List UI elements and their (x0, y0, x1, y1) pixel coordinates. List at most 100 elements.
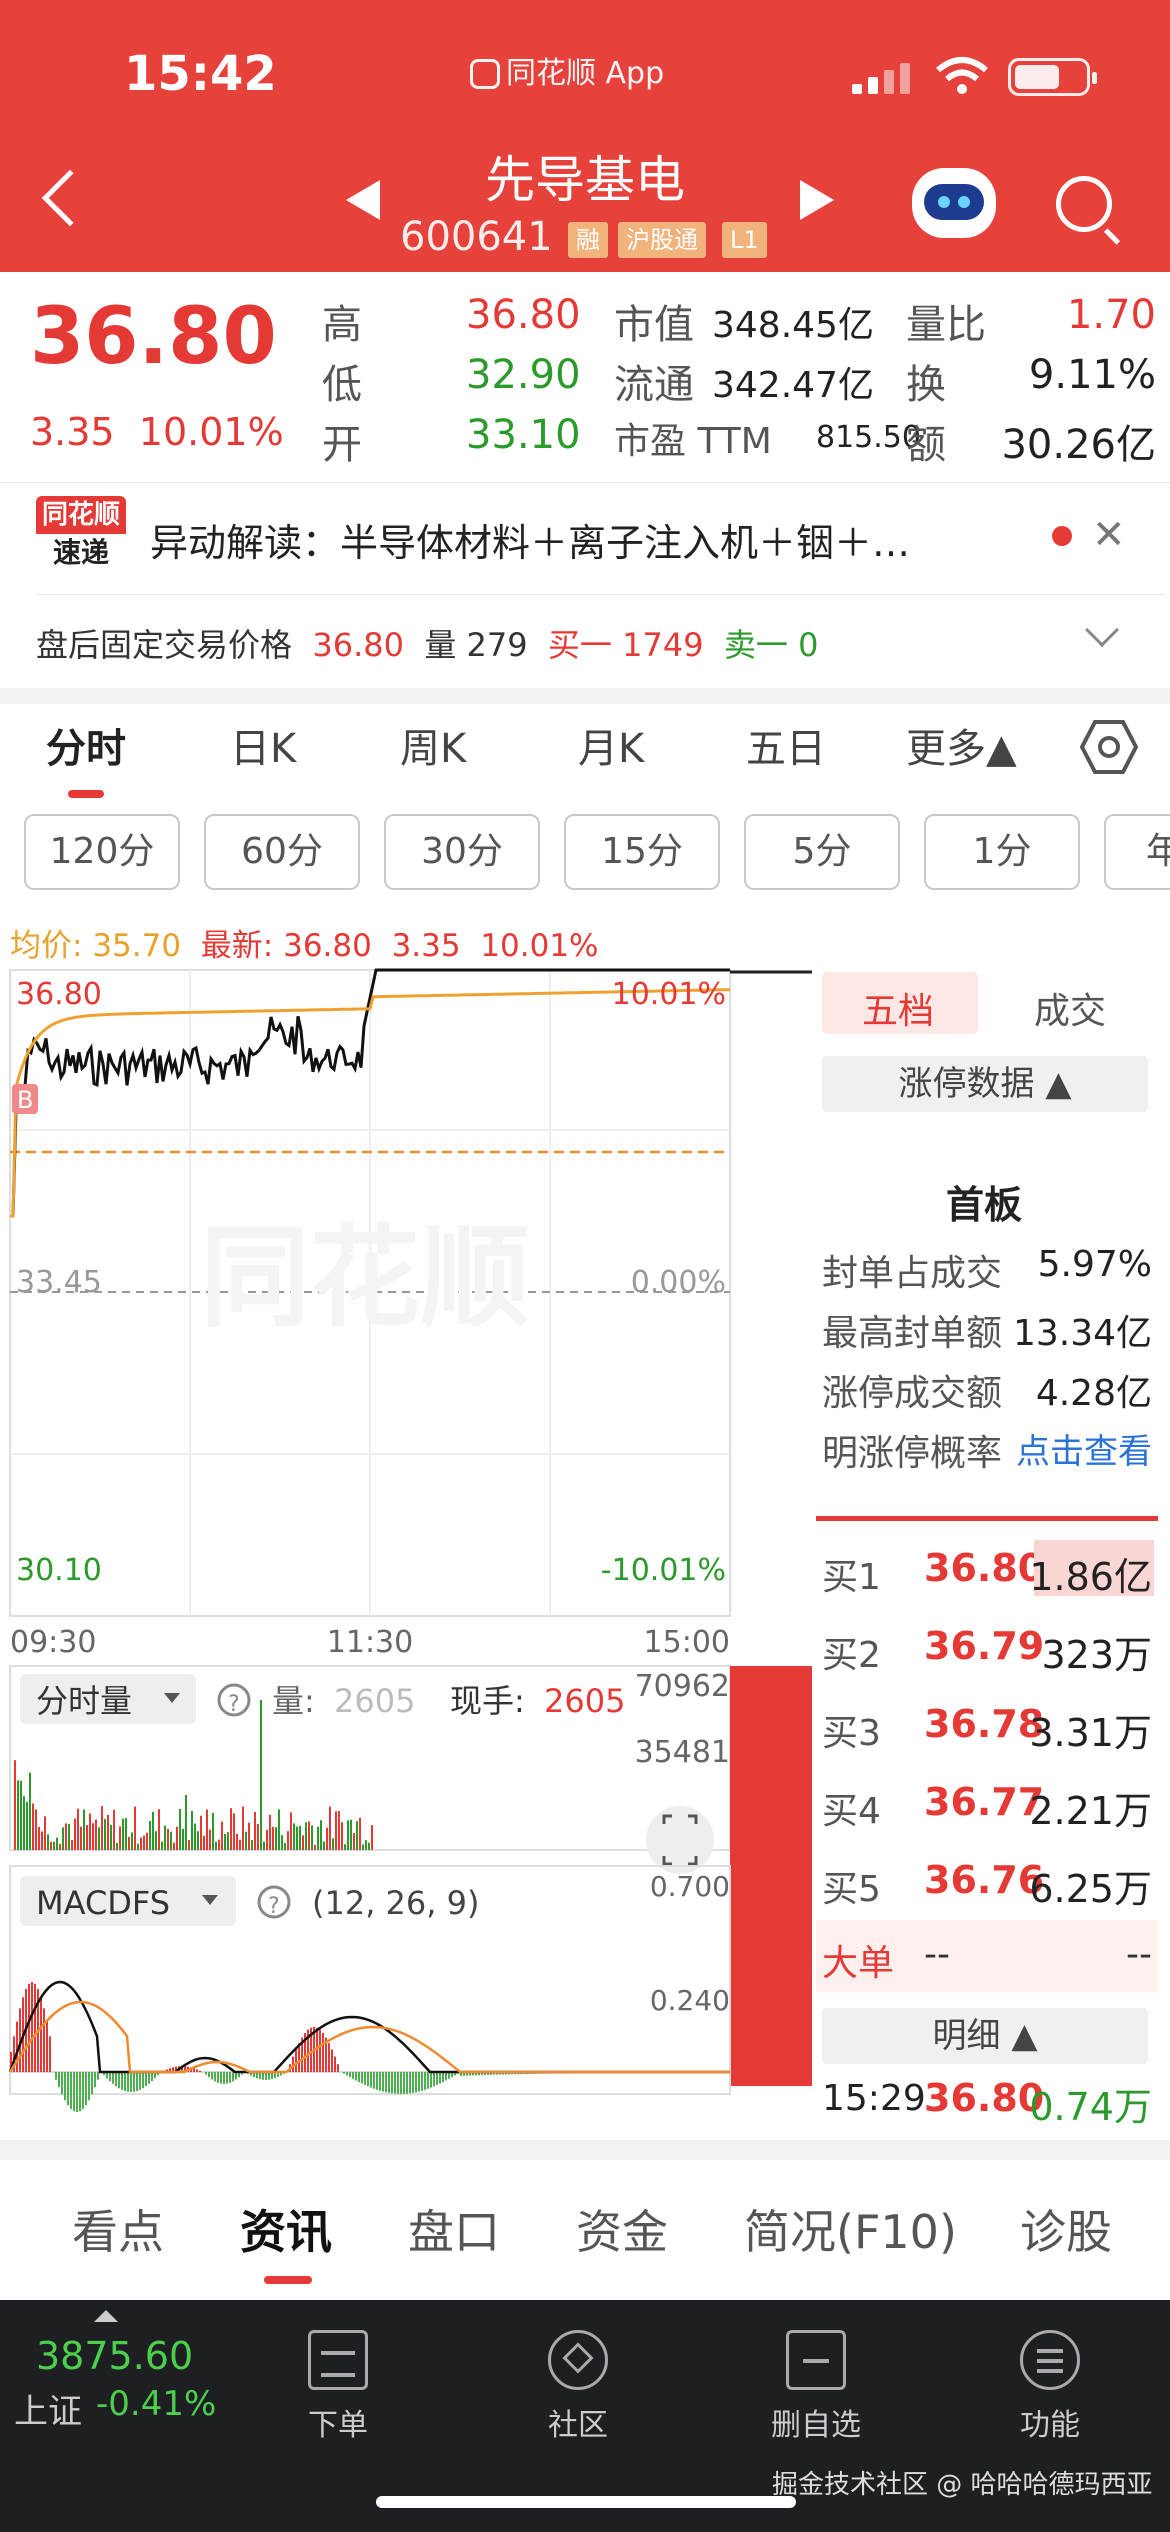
macd-bar (199, 2070, 201, 2072)
menu-icon[interactable] (1020, 2330, 1080, 2390)
pill-1m[interactable]: 1分 (924, 814, 1080, 890)
tab-intraday[interactable]: 分时 (46, 716, 126, 774)
macd-bar (343, 2072, 345, 2074)
volume-bar (344, 1844, 346, 1850)
volume-bar (80, 1826, 82, 1850)
after-hours-volume (730, 1666, 812, 2086)
close-icon[interactable]: ✕ (1092, 512, 1126, 558)
robot-assistant-icon[interactable] (912, 168, 996, 238)
board-label: 首板 (946, 1183, 1023, 1227)
tab-weekly[interactable]: 周K (400, 716, 466, 774)
bid4-volume: 2.21万 (1029, 1789, 1152, 1833)
volume-bar (257, 1823, 259, 1850)
pill-30m[interactable]: 30分 (384, 814, 540, 890)
volume-bar (161, 1841, 163, 1850)
search-icon[interactable] (1056, 176, 1112, 232)
macd-bar (406, 2072, 408, 2094)
macd-bar (55, 2072, 57, 2080)
pill-5m[interactable]: 5分 (744, 814, 900, 890)
tab-daily[interactable]: 日K (230, 716, 296, 774)
intraday-chart: 同花顺 B 36.80 33.45 30.10 10.01% 0.00% -10… (8, 968, 812, 2112)
volume-bar (128, 1836, 130, 1850)
volume-bar (104, 1818, 106, 1850)
view-prob-link[interactable]: 点击查看 (1000, 1424, 1152, 1473)
tab-monthly[interactable]: 月K (578, 716, 644, 774)
macd-bar (391, 2072, 393, 2094)
volume-bar (233, 1813, 235, 1850)
order-icon[interactable] (308, 2330, 368, 2390)
macd-bar (412, 2072, 414, 2093)
tab-highlights[interactable]: 看点 (72, 2196, 164, 2262)
settings-icon[interactable] (1080, 718, 1138, 776)
remove-watchlist-label[interactable]: 删自选 (766, 2400, 866, 2444)
macd-bar (130, 2072, 132, 2092)
volume-bar (365, 1840, 367, 1850)
volume-tick-max: 70962 (635, 1669, 730, 1704)
macd-bar (136, 2072, 138, 2092)
expand-up-icon[interactable] (94, 2310, 118, 2322)
bid4-label: 买4 (822, 1791, 881, 1832)
volume-bar (305, 1822, 307, 1850)
tab-more[interactable]: 更多▲ (906, 716, 1017, 774)
volume-qty: 2605 (334, 1682, 415, 1720)
volume-bar (320, 1820, 322, 1850)
volume-bar (263, 1841, 265, 1850)
macd-bar (91, 2072, 93, 2095)
tag-connect: 沪股通 (618, 222, 706, 258)
macd-bar (427, 2072, 429, 2089)
pill-15m[interactable]: 15分 (564, 814, 720, 890)
seal-ratio-value: 5.97% (1037, 1244, 1152, 1285)
tab-5day[interactable]: 五日 (746, 716, 826, 774)
pct-mid-label: 0.00% (631, 1265, 726, 1300)
macd-bar (328, 2043, 330, 2072)
bottom-toolbar: 3875.60 上证 -0.41% 下单 社区 删自选 功能 掘金技术社区 @ … (0, 2300, 1170, 2532)
community-icon[interactable] (548, 2330, 608, 2390)
tab-trades[interactable]: 成交 (1034, 982, 1106, 1034)
macd-bar (97, 2072, 99, 2080)
menu-label[interactable]: 功能 (1020, 2400, 1080, 2444)
volume-bar (323, 1841, 325, 1850)
amount-value: 30.26亿 (1001, 422, 1156, 468)
fullscreen-button[interactable] (646, 1806, 714, 1874)
community-label[interactable]: 社区 (548, 2400, 608, 2444)
macd-tick-max: 0.700 (650, 1870, 730, 1903)
macd-bar (34, 1983, 36, 2072)
chevron-down-icon[interactable] (1085, 613, 1119, 647)
macd-bar (385, 2072, 387, 2093)
macd-bar (403, 2072, 405, 2094)
tab-orderbook[interactable]: 盘口 (408, 2196, 500, 2262)
bid1-label: 买1 (822, 1557, 881, 1598)
detail-toggle[interactable]: 明细 ▲ (822, 2008, 1148, 2064)
macd-bar (46, 2021, 48, 2072)
macd-bar (133, 2072, 135, 2092)
high-value: 36.80 (466, 292, 581, 338)
macd-bar (148, 2072, 150, 2084)
pill-year[interactable]: 年 (1104, 814, 1170, 890)
volume-bar (74, 1818, 76, 1850)
tab-news[interactable]: 资讯 (240, 2196, 332, 2262)
pill-60m[interactable]: 60分 (204, 814, 360, 890)
volume-bar (122, 1818, 124, 1850)
tab-five-levels[interactable]: 五档 (862, 982, 934, 1034)
volume-bar (152, 1811, 154, 1850)
tab-profile[interactable]: 简况(F10) (744, 2196, 957, 2262)
bid2-label: 买2 (822, 1635, 881, 1676)
index-value[interactable]: 3875.60 (36, 2334, 193, 2378)
volume-bar (341, 1822, 343, 1850)
news-headline[interactable]: 异动解读：半导体材料＋离子注入机＋铟＋… (150, 512, 990, 567)
macd-params: (12, 26, 9) (312, 1884, 479, 1922)
macd-selector-label: MACDFS (36, 1884, 170, 1922)
divider (0, 482, 1170, 483)
unread-dot (1052, 526, 1072, 546)
macd-bar (139, 2072, 141, 2090)
remove-watchlist-icon[interactable] (786, 2330, 846, 2390)
tag-level: L1 (722, 222, 767, 258)
order-label[interactable]: 下单 (308, 2400, 368, 2444)
limit-up-data-toggle[interactable]: 涨停数据 ▲ (822, 1056, 1148, 1112)
next-limit-prob-label: 明涨停概率 (822, 1433, 1003, 1474)
tab-diagnosis[interactable]: 诊股 (1020, 2196, 1112, 2262)
macd-bar (109, 2072, 111, 2082)
pill-120m[interactable]: 120分 (24, 814, 180, 890)
tab-funds[interactable]: 资金 (576, 2196, 668, 2262)
tab-indicator (264, 2276, 312, 2284)
